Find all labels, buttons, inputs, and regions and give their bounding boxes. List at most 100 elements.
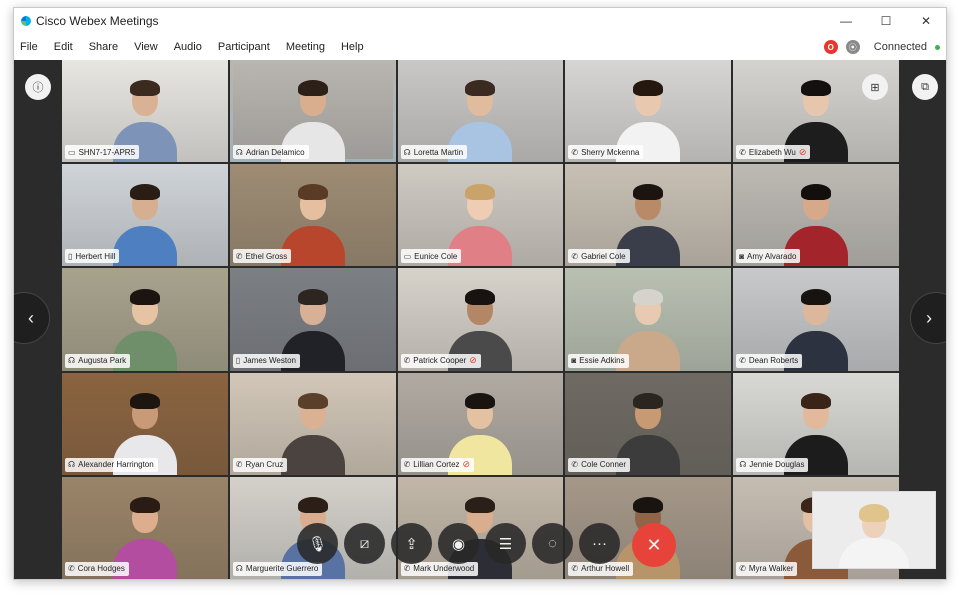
left-rail: ⓘ ‹	[14, 60, 62, 579]
menu-share[interactable]: Share	[81, 34, 126, 60]
recording-indicator-icon[interactable]: O	[823, 40, 838, 54]
chat-button[interactable]: ◌	[532, 523, 573, 564]
participant-name: Patrick Cooper	[413, 356, 467, 366]
maximize-button[interactable]: ☐	[866, 8, 906, 34]
participant-name: Dean Roberts	[748, 356, 799, 366]
menu-meeting[interactable]: Meeting	[278, 34, 333, 60]
microphone-muted-icon: 🎙	[307, 535, 328, 553]
meeting-lock-icon[interactable]: ⦿	[845, 40, 860, 54]
participant-name: Eunice Cole	[414, 251, 458, 261]
headset-icon: ☊	[68, 356, 76, 366]
participant-hair	[465, 496, 496, 513]
participant-name-tag: ✆ Sherry Mckenna	[568, 145, 644, 160]
participant-tile[interactable]: ✆ Ethel Gross	[229, 164, 396, 267]
participant-tile[interactable]: ✆ Lillian Cortez ⊘	[397, 372, 564, 475]
participant-tile[interactable]: ✆ Ryan Cruz	[229, 372, 396, 475]
participant-tile[interactable]: ✆ Cole Conner	[565, 372, 732, 475]
menu-bar: File Edit Share View Audio Participant M…	[14, 34, 946, 60]
meeting-control-bar: 🎙 ⧄ ⇪ ◉ ☰ ◌ ··· ✕	[297, 523, 676, 567]
participant-tile[interactable]: ◙ Amy Alvarado	[733, 164, 899, 267]
participant-hair	[297, 288, 328, 305]
mute-button[interactable]: 🎙	[297, 523, 338, 564]
more-button[interactable]: ···	[579, 523, 620, 564]
participant-tile[interactable]: ▯ James Weston	[229, 268, 396, 371]
participant-name-tag: ▯ James Weston	[232, 353, 300, 368]
participant-name: Adrian Delamico	[245, 147, 305, 157]
end-meeting-button[interactable]: ✕	[632, 523, 676, 567]
participant-video	[280, 389, 345, 475]
participant-hair	[297, 496, 328, 513]
record-icon: ◉	[451, 535, 466, 553]
record-button[interactable]: ◉	[438, 523, 479, 564]
menu-view[interactable]: View	[126, 34, 166, 60]
microphone-muted-icon: ⊘	[798, 146, 807, 157]
participant-tile[interactable]: ☊ Augusta Park	[62, 268, 228, 371]
participant-name-tag: ✆ Elizabeth Wu ⊘	[736, 145, 811, 160]
next-page-arrow-icon[interactable]: ›	[910, 292, 946, 344]
participant-hair	[801, 288, 832, 305]
phone-icon: ✆	[739, 147, 746, 157]
phone-icon: ✆	[571, 460, 579, 470]
connection-dot-icon	[935, 44, 940, 50]
minimize-button[interactable]: —	[826, 8, 866, 34]
participant-hair	[633, 392, 664, 409]
participant-tile[interactable]: ✆ Patrick Cooper ⊘	[397, 268, 564, 371]
menu-audio[interactable]: Audio	[166, 34, 210, 60]
close-button[interactable]: ✕	[906, 8, 946, 34]
participant-name-tag: ✆ Cole Conner	[568, 457, 631, 472]
headset-icon: ☊	[68, 460, 76, 470]
chat-icon: ◌	[548, 535, 557, 552]
participant-tile[interactable]: ✆ Cora Hodges	[62, 476, 228, 579]
phone-icon: ✆	[403, 356, 411, 366]
participant-name-tag: ☊ Jennie Douglas	[736, 457, 809, 472]
participant-hair	[633, 80, 664, 97]
menu-help[interactable]: Help	[333, 34, 372, 60]
participant-tile[interactable]: ☊ Loretta Martin	[397, 60, 564, 163]
share-button[interactable]: ⇪	[391, 523, 432, 564]
meeting-stage: ⓘ ‹ ▭ SHN7-17-APR5 ☊ Adrian Delamico ☊ L…	[14, 60, 946, 579]
menu-edit[interactable]: Edit	[46, 34, 81, 60]
participant-body	[112, 226, 177, 267]
video-button[interactable]: ⧄	[344, 523, 385, 564]
menu-file[interactable]: File	[14, 34, 46, 60]
participant-hair	[801, 80, 832, 97]
self-body	[839, 538, 909, 568]
participant-hair	[465, 392, 496, 409]
participant-hair	[465, 184, 496, 201]
self-view-video[interactable]	[812, 491, 936, 569]
participant-body	[280, 434, 345, 475]
participant-name: James Weston	[243, 356, 296, 366]
grid-view-button[interactable]: ⊞	[862, 74, 888, 100]
participant-tile[interactable]: ☊ Jennie Douglas	[733, 372, 899, 475]
status-area: O ⦿ Connected	[823, 34, 940, 60]
participants-button[interactable]: ☰	[485, 523, 526, 564]
participant-tile[interactable]: ✆ Sherry Mckenna	[565, 60, 732, 163]
connection-status: Connected	[873, 41, 927, 53]
phone-icon: ✆	[739, 564, 746, 574]
participant-name-tag: ✆ Patrick Cooper ⊘	[400, 353, 481, 368]
participant-tile[interactable]: ◙ Essie Adkins	[565, 268, 732, 371]
meeting-info-button[interactable]: ⓘ	[25, 74, 51, 100]
share-icon: ⇪	[405, 535, 418, 553]
participant-tile[interactable]: ✆ Dean Roberts	[733, 268, 899, 371]
microphone-muted-icon: ⊘	[469, 355, 477, 366]
participant-tile[interactable]: ▭ SHN7-17-APR5	[62, 60, 228, 163]
participant-tile[interactable]: ☊ Adrian Delamico	[229, 60, 396, 163]
participant-hair	[129, 496, 160, 513]
participant-tile[interactable]: ▯ Herbert Hill	[62, 164, 228, 267]
participant-tile[interactable]: ▭ Eunice Cole	[397, 164, 564, 267]
participant-name-tag: ✆ Ethel Gross	[232, 249, 292, 264]
monitor-icon: ▭	[403, 251, 412, 261]
self-person	[839, 498, 909, 568]
participant-hair	[801, 392, 832, 409]
menu-participant[interactable]: Participant	[210, 34, 278, 60]
participant-tile[interactable]: ✆ Gabriel Cole	[565, 164, 732, 267]
participant-name-tag: ☊ Adrian Delamico	[232, 145, 309, 160]
headset-icon: ☊	[403, 147, 411, 157]
prev-page-arrow-icon[interactable]: ‹	[14, 292, 50, 344]
participant-hair	[129, 184, 160, 201]
participant-hair	[297, 184, 328, 201]
participant-hair	[297, 392, 328, 409]
participant-tile[interactable]: ☊ Alexander Harrington	[62, 372, 228, 475]
layout-switch-button[interactable]: ⧉	[912, 74, 938, 100]
